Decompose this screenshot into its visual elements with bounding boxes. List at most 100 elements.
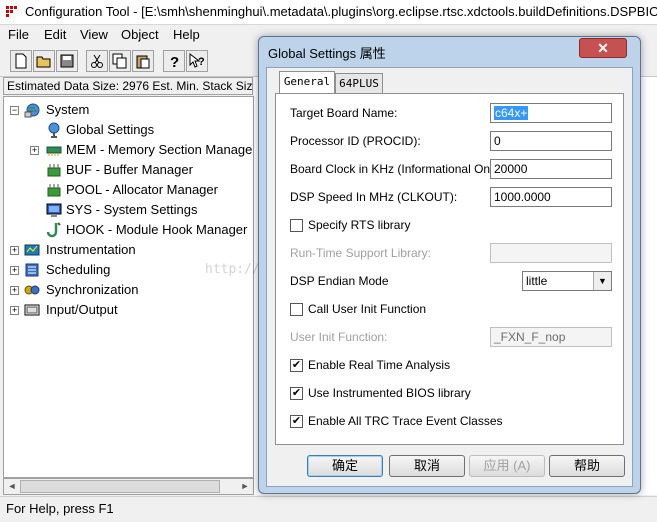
- help-button[interactable]: ?: [163, 50, 185, 72]
- dialog-title: Global Settings 属性: [268, 46, 386, 61]
- paste-icon: [136, 55, 150, 69]
- menu-file[interactable]: File: [8, 27, 29, 42]
- tree-item-input-output[interactable]: Input/Output: [46, 302, 118, 317]
- save-button[interactable]: [56, 50, 78, 72]
- cut-button[interactable]: [86, 50, 108, 72]
- save-icon: [60, 54, 74, 68]
- dsp-speed-label: DSP Speed In MHz (CLKOUT):: [290, 190, 458, 204]
- tree-item-synchronization[interactable]: Synchronization: [46, 282, 139, 297]
- collapse-system-toggle[interactable]: −: [10, 106, 19, 115]
- new-icon: [15, 53, 27, 69]
- tab-64plus[interactable]: 64PLUS: [335, 73, 383, 93]
- target-board-value: c64x+: [494, 106, 529, 120]
- menu-help[interactable]: Help: [173, 27, 200, 42]
- dsp-speed-field[interactable]: 1000.0000: [490, 187, 612, 207]
- general-tab-panel: Target Board Name: c64x+ Processor ID (P…: [275, 93, 624, 445]
- synchronization-icon: [24, 285, 40, 295]
- help-icon: ?: [170, 54, 179, 69]
- enable-rta-label: Enable Real Time Analysis: [308, 358, 451, 372]
- scroll-right-arrow-icon[interactable]: ►: [237, 479, 253, 494]
- tree-item-buf[interactable]: BUF - Buffer Manager: [66, 162, 193, 177]
- paste-button[interactable]: [132, 50, 154, 72]
- size-info-line: Estimated Data Size: 2976 Est. Min. Stac…: [3, 77, 253, 95]
- allocator-manager-icon: [47, 184, 61, 197]
- chevron-down-icon[interactable]: ▼: [593, 272, 611, 290]
- enable-trc-checkbox[interactable]: ✔: [290, 415, 303, 428]
- copy-button[interactable]: [109, 50, 131, 72]
- scheduling-icon: [25, 263, 39, 277]
- dialog-body: General 64PLUS Target Board Name: c64x+ …: [266, 67, 633, 487]
- memory-chip-icon: [46, 146, 62, 156]
- runtime-lib-field: [490, 243, 612, 263]
- enable-rta-checkbox[interactable]: ✔: [290, 359, 303, 372]
- object-tree[interactable]: − System Global Settings + MEM - Memory …: [3, 96, 254, 478]
- context-help-button[interactable]: ?: [186, 50, 208, 72]
- input-output-icon: [24, 304, 40, 316]
- call-user-init-checkbox[interactable]: [290, 303, 303, 316]
- endian-mode-select[interactable]: little ▼: [522, 271, 612, 291]
- global-settings-icon: [48, 122, 60, 138]
- use-bios-lib-checkbox[interactable]: ✔: [290, 387, 303, 400]
- expand-synchronization-toggle[interactable]: +: [10, 286, 19, 295]
- call-user-init-label: Call User Init Function: [308, 302, 427, 316]
- global-settings-dialog: Global Settings 属性 ✕ General 64PLUS Targ…: [258, 36, 641, 494]
- board-clock-field[interactable]: 20000: [490, 159, 612, 179]
- specify-rts-checkbox[interactable]: [290, 219, 303, 232]
- use-bios-lib-label: Use Instrumented BIOS library: [308, 386, 471, 400]
- tree-item-pool[interactable]: POOL - Allocator Manager: [66, 182, 218, 197]
- apply-button[interactable]: 应用 (A): [469, 455, 545, 477]
- app-icon: [6, 6, 17, 17]
- tree-item-instrumentation[interactable]: Instrumentation: [46, 242, 136, 257]
- copy-icon: [112, 53, 127, 69]
- scroll-left-arrow-icon[interactable]: ◄: [4, 479, 20, 494]
- menu-edit[interactable]: Edit: [44, 27, 66, 42]
- open-icon: [36, 56, 51, 68]
- status-bar: For Help, press F1: [0, 496, 657, 522]
- user-init-label: User Init Function:: [290, 330, 388, 344]
- specify-rts-label: Specify RTS library: [308, 218, 411, 232]
- expand-mem-toggle[interactable]: +: [30, 146, 39, 155]
- open-button[interactable]: [33, 50, 55, 72]
- instrumentation-icon: [24, 244, 40, 256]
- processor-id-label: Processor ID (PROCID):: [290, 134, 421, 148]
- endian-mode-label: DSP Endian Mode: [290, 274, 389, 288]
- app-title-bar: Configuration Tool - [E:\smh\shenminghui…: [0, 0, 657, 25]
- tree-item-system[interactable]: System: [46, 102, 89, 117]
- hook-manager-icon: [46, 222, 61, 238]
- expand-instrumentation-toggle[interactable]: +: [10, 246, 19, 255]
- tree-item-scheduling[interactable]: Scheduling: [46, 262, 110, 277]
- tree-item-hook[interactable]: HOOK - Module Hook Manager: [66, 222, 247, 237]
- system-settings-icon: [46, 203, 62, 217]
- runtime-lib-label: Run-Time Support Library:: [290, 246, 431, 260]
- help-button-dialog[interactable]: 帮助: [549, 455, 625, 477]
- user-init-field: _FXN_F_nop: [490, 327, 612, 347]
- tree-item-mem[interactable]: MEM - Memory Section Manager: [66, 142, 253, 157]
- menu-view[interactable]: View: [80, 27, 108, 42]
- tree-item-global-settings[interactable]: Global Settings: [66, 122, 154, 137]
- tree-horizontal-scrollbar[interactable]: ◄ ►: [3, 478, 254, 495]
- expand-scheduling-toggle[interactable]: +: [10, 266, 19, 275]
- expand-input-output-toggle[interactable]: +: [10, 306, 19, 315]
- svg-text:?: ?: [198, 56, 205, 68]
- board-clock-label: Board Clock in KHz (Informational Only):: [290, 162, 507, 176]
- target-board-field[interactable]: c64x+: [490, 103, 612, 123]
- enable-trc-label: Enable All TRC Trace Event Classes: [308, 414, 503, 428]
- buffer-manager-icon: [47, 164, 61, 177]
- cut-icon: [91, 54, 103, 68]
- status-text: For Help, press F1: [6, 501, 114, 516]
- tree-item-sys[interactable]: SYS - System Settings: [66, 202, 198, 217]
- target-board-label: Target Board Name:: [290, 106, 398, 120]
- ok-button[interactable]: 确定: [307, 455, 383, 477]
- processor-id-field[interactable]: 0: [490, 131, 612, 151]
- svg-text:?: ?: [170, 54, 179, 69]
- menu-object[interactable]: Object: [121, 27, 159, 42]
- tab-general[interactable]: General: [279, 71, 335, 94]
- app-title: Configuration Tool - [E:\smh\shenminghui…: [25, 4, 657, 19]
- close-icon[interactable]: ✕: [579, 38, 627, 58]
- endian-mode-value: little: [526, 274, 548, 288]
- scroll-thumb[interactable]: [20, 480, 220, 493]
- cancel-button[interactable]: 取消: [389, 455, 465, 477]
- context-help-icon: ?: [189, 53, 205, 68]
- system-globe-icon: [24, 103, 40, 118]
- new-button[interactable]: [10, 50, 32, 72]
